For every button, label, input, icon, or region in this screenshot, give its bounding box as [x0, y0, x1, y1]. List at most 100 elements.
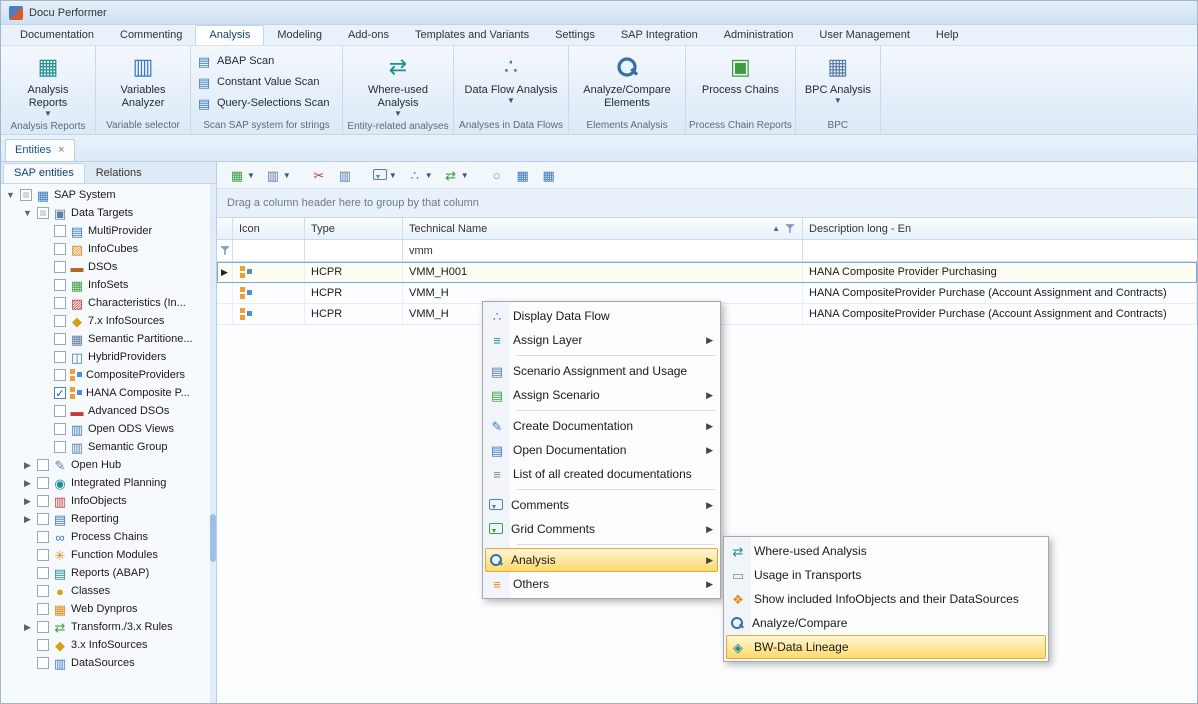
filter-cell-icon[interactable]: [233, 240, 305, 261]
analysis-reports-button[interactable]: ▦ Analysis Reports ▼: [4, 48, 92, 119]
table-import-button[interactable]: ▦: [537, 164, 561, 186]
tree-item-infosets[interactable]: ▦ InfoSets: [1, 276, 216, 294]
menu-item-scenario-assignment-and-usage[interactable]: ▤ Scenario Assignment and Usage: [485, 359, 718, 383]
expander-open-icon[interactable]: ▼: [4, 190, 17, 200]
tab-modeling[interactable]: Modeling: [264, 26, 335, 45]
tree-item-dsos[interactable]: ▬ DSOs: [1, 258, 216, 276]
column-header-description[interactable]: Description long - En: [803, 218, 1197, 239]
checkbox[interactable]: [37, 495, 49, 507]
refresh-button[interactable]: ⇄▼: [439, 164, 473, 186]
table-export-button[interactable]: ▦: [511, 164, 535, 186]
tree-item-infoobjects[interactable]: ▶ ▥ InfoObjects: [1, 492, 216, 510]
menu-item-create-documentation[interactable]: ✎ Create Documentation ▶: [485, 414, 718, 438]
tree-item-integrated-planning[interactable]: ▶ ◉ Integrated Planning: [1, 474, 216, 492]
tree-item-3x-infosources[interactable]: ◆ 3.x InfoSources: [1, 636, 216, 654]
tab-entities[interactable]: Entities ×: [5, 139, 75, 161]
checkbox[interactable]: [37, 603, 49, 615]
tree-item-hana-composite-providers[interactable]: ✓ HANA Composite P...: [1, 384, 216, 402]
expander-closed-icon[interactable]: ▶: [21, 496, 34, 507]
checkbox[interactable]: [20, 189, 32, 201]
tab-settings[interactable]: Settings: [542, 26, 608, 45]
checkbox[interactable]: [54, 315, 66, 327]
tab-sap-integration[interactable]: SAP Integration: [608, 26, 711, 45]
tree-scrollbar[interactable]: [210, 184, 216, 703]
tab-sap-entities[interactable]: SAP entities: [3, 163, 85, 183]
tree-item-reporting[interactable]: ▶ ▤ Reporting: [1, 510, 216, 528]
expander-open-icon[interactable]: ▼: [21, 208, 34, 218]
submenu-item-bw-data-lineage[interactable]: ◈ BW-Data Lineage: [726, 635, 1046, 659]
menu-item-display-data-flow[interactable]: ∴ Display Data Flow: [485, 304, 718, 328]
checkbox[interactable]: [54, 225, 66, 237]
tree-item-process-chains[interactable]: ∞ Process Chains: [1, 528, 216, 546]
tab-documentation[interactable]: Documentation: [7, 26, 107, 45]
tab-user-management[interactable]: User Management: [806, 26, 923, 45]
checkbox-checked[interactable]: ✓: [54, 387, 66, 399]
close-tab-icon[interactable]: ×: [58, 144, 64, 156]
tab-administration[interactable]: Administration: [711, 26, 807, 45]
checkbox[interactable]: [37, 477, 49, 489]
menu-item-comments[interactable]: Comments ▶: [485, 493, 718, 517]
menu-item-others[interactable]: ≡ Others ▶: [485, 572, 718, 596]
checkbox[interactable]: [37, 459, 49, 471]
group-by-bar[interactable]: Drag a column header here to group by th…: [217, 189, 1197, 218]
tree-item-semantic-partitioned[interactable]: ▦ Semantic Partitione...: [1, 330, 216, 348]
tree-item-web-dynpros[interactable]: ▦ Web Dynpros: [1, 600, 216, 618]
tab-help[interactable]: Help: [923, 26, 972, 45]
checkbox[interactable]: [37, 621, 49, 633]
tree-item-datasources[interactable]: ▥ DataSources: [1, 654, 216, 672]
tree-item-classes[interactable]: ● Classes: [1, 582, 216, 600]
tab-add-ons[interactable]: Add-ons: [335, 26, 402, 45]
filter-cell-technical-name[interactable]: vmm: [403, 240, 803, 261]
checkbox[interactable]: [37, 513, 49, 525]
checkbox[interactable]: [37, 531, 49, 543]
analyze-compare-elements-button[interactable]: Analyze/Compare Elements: [572, 48, 682, 111]
submenu-item-where-used-analysis[interactable]: ⇄ Where-used Analysis: [726, 539, 1046, 563]
checkbox[interactable]: [54, 441, 66, 453]
checkbox[interactable]: [54, 333, 66, 345]
submenu-item-analyze-compare[interactable]: Analyze/Compare: [726, 611, 1046, 635]
tree-item-open-ods-views[interactable]: ▥ Open ODS Views: [1, 420, 216, 438]
grid-check-button[interactable]: ▥▼: [261, 164, 295, 186]
query-selections-scan-button[interactable]: ▤ Query-Selections Scan: [194, 94, 336, 112]
abap-scan-button[interactable]: ▤ ABAP Scan: [194, 52, 280, 70]
tree-item-infocubes[interactable]: ▧ InfoCubes: [1, 240, 216, 258]
checkbox[interactable]: [54, 261, 66, 273]
filter-cell-type[interactable]: [305, 240, 403, 261]
checkbox[interactable]: [54, 423, 66, 435]
remove-red-button[interactable]: ✂: [307, 164, 331, 186]
column-header-icon[interactable]: Icon: [233, 218, 305, 239]
variables-analyzer-button[interactable]: ▥ Variables Analyzer: [99, 48, 187, 111]
bpc-analysis-button[interactable]: ▦ BPC Analysis ▼: [799, 48, 877, 106]
data-flow-analysis-button[interactable]: ∴ Data Flow Analysis ▼: [457, 48, 565, 106]
menu-item-list-of-all-created-documentations[interactable]: ≡ List of all created documentations: [485, 462, 718, 486]
column-header-type[interactable]: Type: [305, 218, 403, 239]
tree-item-sap-system[interactable]: ▼ ▦ SAP System: [1, 186, 216, 204]
constant-value-scan-button[interactable]: ▤ Constant Value Scan: [194, 73, 326, 91]
data-flow-button[interactable]: ∴▼: [403, 164, 437, 186]
expander-closed-icon[interactable]: ▶: [21, 622, 34, 633]
checkbox[interactable]: [54, 279, 66, 291]
tab-analysis[interactable]: Analysis: [195, 25, 264, 45]
tree-item-semantic-group[interactable]: ▥ Semantic Group: [1, 438, 216, 456]
checkbox[interactable]: [54, 243, 66, 255]
tree-item-advanced-dsos[interactable]: ▬ Advanced DSOs: [1, 402, 216, 420]
checkbox[interactable]: [37, 207, 49, 219]
menu-item-grid-comments[interactable]: Grid Comments ▶: [485, 517, 718, 541]
checkbox[interactable]: [37, 567, 49, 579]
chart-report-button[interactable]: ▦▼: [225, 164, 259, 186]
scrollbar-thumb[interactable]: [210, 514, 216, 562]
grid-row-1[interactable]: ▶ HCPR VMM_H001 HANA Composite Provider …: [217, 262, 1197, 283]
filter-cell-description[interactable]: [803, 240, 1197, 261]
tree-item-characteristics[interactable]: ▨ Characteristics (In...: [1, 294, 216, 312]
checkbox[interactable]: [37, 549, 49, 561]
columns-button[interactable]: ▥: [333, 164, 357, 186]
column-header-technical-name[interactable]: Technical Name ▲: [403, 218, 803, 239]
tree-item-data-targets[interactable]: ▼ ▣ Data Targets: [1, 204, 216, 222]
where-used-analysis-button[interactable]: ⇄ Where-used Analysis ▼: [346, 48, 450, 119]
expander-closed-icon[interactable]: ▶: [21, 478, 34, 489]
tree-item-transformations[interactable]: ▶ ⇄ Transform./3.x Rules: [1, 618, 216, 636]
tree-item-function-modules[interactable]: ✳ Function Modules: [1, 546, 216, 564]
tree-item-hybridproviders[interactable]: ◫ HybridProviders: [1, 348, 216, 366]
submenu-item-usage-in-transports[interactable]: ▭ Usage in Transports: [726, 563, 1046, 587]
checkbox[interactable]: [54, 405, 66, 417]
